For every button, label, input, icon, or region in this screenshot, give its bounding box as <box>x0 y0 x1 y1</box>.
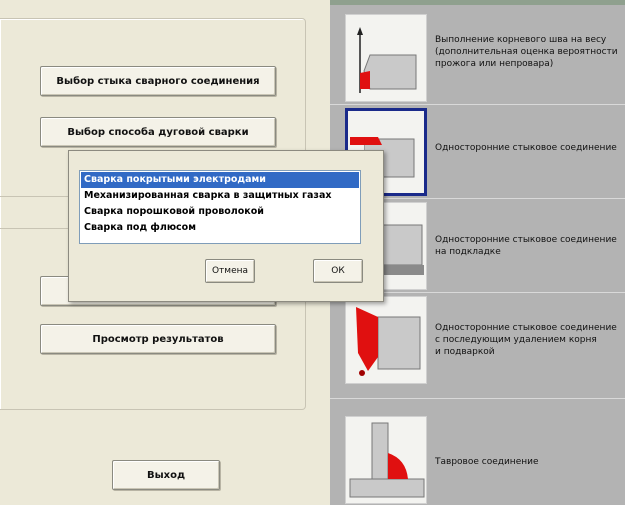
joint-thumb-root-weld[interactable] <box>345 14 427 102</box>
cancel-button[interactable]: Отмена <box>205 259 255 283</box>
arc-method-list[interactable]: Сварка покрытыми электродами Механизиров… <box>79 170 361 244</box>
joint-thumb-tee[interactable] <box>345 416 427 504</box>
joint-thumb-butt-with-backweld[interactable] <box>345 296 427 384</box>
select-joint-button[interactable]: Выбор стыка сварного соединения <box>40 66 276 96</box>
select-arc-method-button[interactable]: Выбор способа дуговой сварки <box>40 117 276 147</box>
ok-button[interactable]: ОК <box>313 259 363 283</box>
separator <box>330 398 625 399</box>
joint-text-root-weld: Выполнение корневого шва на весу (дополн… <box>435 35 618 69</box>
separator <box>330 104 625 105</box>
list-item[interactable]: Сварка покрытыми электродами <box>81 172 359 188</box>
arc-method-dialog: Сварка покрытыми электродами Механизиров… <box>68 150 384 302</box>
list-item[interactable]: Сварка порошковой проволокой <box>81 204 359 220</box>
exit-button[interactable]: Выход <box>112 460 220 490</box>
window-top-strip <box>330 0 625 5</box>
tee-joint-icon <box>349 422 425 498</box>
joint-text-butt-with-backweld: Односторонние стыковое соединение с посл… <box>435 323 617 357</box>
joint-text-tee: Тавровое соединение <box>435 457 539 467</box>
divider <box>0 196 68 197</box>
divider <box>0 228 68 229</box>
butt-with-backweld-joint-icon <box>356 307 421 376</box>
list-item[interactable]: Механизированная сварка в защитных газах <box>81 188 359 204</box>
joint-text-single-butt: Односторонние стыковое соединение <box>435 143 617 153</box>
view-results-button[interactable]: Просмотр результатов <box>40 324 276 354</box>
root-weld-joint-icon <box>357 27 417 93</box>
joint-text-butt-on-backing: Односторонние стыковое соединение на под… <box>435 235 617 257</box>
list-item[interactable]: Сварка под флюсом <box>81 220 359 236</box>
